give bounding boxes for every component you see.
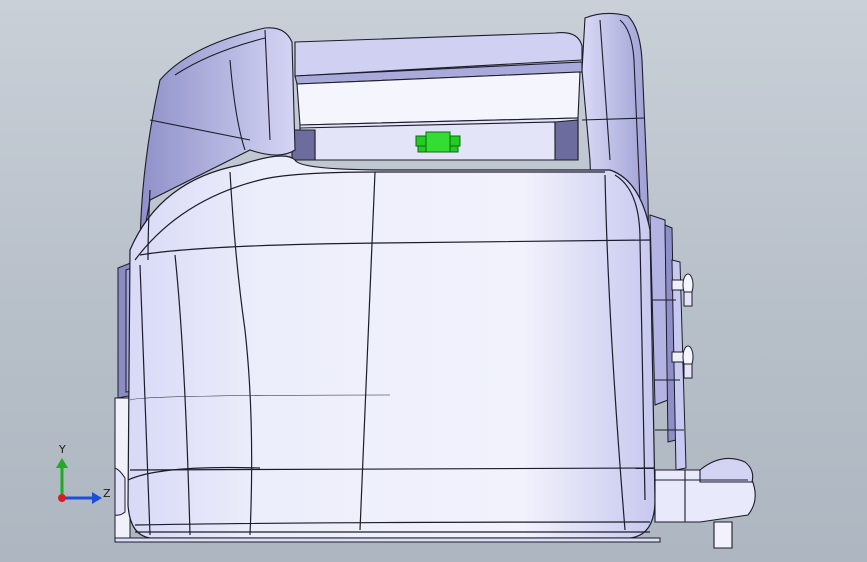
axis-triad [56,458,102,504]
main-body[interactable] [127,155,656,539]
axis-y-label: Y [59,443,66,456]
base-plate [114,537,661,543]
axis-z-label: Z [103,487,111,500]
cad-3d-viewport[interactable]: Y Z [0,0,867,562]
right-ribs [649,214,687,471]
lever-attachment[interactable] [654,457,756,549]
model-render[interactable] [0,0,867,562]
